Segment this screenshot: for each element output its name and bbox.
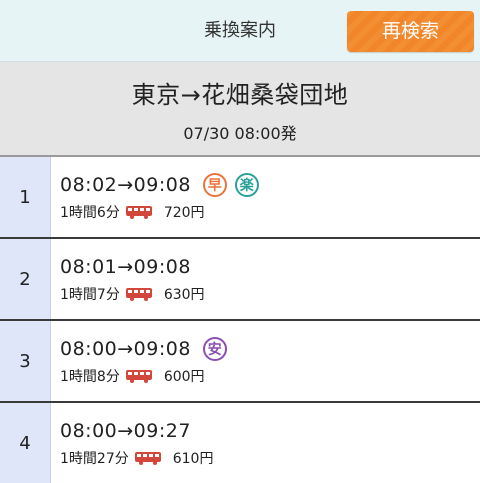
result-row-4[interactable]: 4 08:00→09:27 1時間27分 610円	[0, 403, 480, 483]
result-list: 1 08:02→09:08 早 楽 1時間6分 720円 2 08:01→09:…	[0, 157, 480, 483]
result-duration: 1時間6分	[60, 205, 120, 221]
result-fare: 600円	[163, 369, 205, 385]
bus-icon	[125, 287, 152, 301]
result-fare: 720円	[163, 205, 205, 221]
result-row-1[interactable]: 1 08:02→09:08 早 楽 1時間6分 720円	[0, 157, 480, 239]
result-info-line: 1時間27分 610円	[60, 448, 480, 468]
result-row-2[interactable]: 2 08:01→09:08 1時間7分 630円	[0, 239, 480, 321]
result-time-line: 08:00→09:27	[60, 418, 480, 444]
result-fare: 610円	[172, 451, 214, 467]
result-index: 3	[0, 321, 51, 401]
route-summary: 東京→花畑桑袋団地 07/30 08:00発	[0, 62, 480, 157]
result-body: 08:00→09:27 1時間27分 610円	[51, 403, 480, 483]
bus-icon	[125, 205, 152, 219]
result-time-line: 08:01→09:08	[60, 254, 480, 280]
result-index: 4	[0, 403, 51, 483]
app-header: 乗換案内 再検索	[0, 0, 480, 62]
result-info-line: 1時間6分 720円	[60, 202, 480, 222]
result-time: 08:01→09:08	[60, 256, 191, 278]
result-duration: 1時間27分	[60, 451, 129, 467]
easiest-badge: 楽	[234, 173, 259, 197]
result-time-line: 08:00→09:08 安	[60, 336, 480, 362]
result-info-line: 1時間8分 600円	[60, 366, 480, 386]
result-duration: 1時間7分	[60, 287, 120, 303]
fastest-badge: 早	[202, 173, 227, 197]
result-time: 08:00→09:08	[60, 338, 191, 360]
result-time: 08:00→09:27	[60, 420, 191, 442]
route-name: 東京→花畑桑袋団地	[131, 81, 349, 109]
bus-icon	[125, 369, 152, 383]
result-index: 1	[0, 157, 51, 237]
result-duration: 1時間8分	[60, 369, 120, 385]
departure-datetime: 07/30 08:00発	[183, 124, 297, 143]
result-fare: 630円	[163, 287, 205, 303]
cheapest-badge: 安	[202, 337, 227, 361]
bus-icon	[134, 451, 161, 465]
result-row-3[interactable]: 3 08:00→09:08 安 1時間8分 600円	[0, 321, 480, 403]
result-info-line: 1時間7分 630円	[60, 284, 480, 304]
result-time: 08:02→09:08	[60, 174, 191, 196]
result-index: 2	[0, 239, 51, 319]
result-body: 08:01→09:08 1時間7分 630円	[51, 239, 480, 319]
result-body: 08:00→09:08 安 1時間8分 600円	[51, 321, 480, 401]
result-body: 08:02→09:08 早 楽 1時間6分 720円	[51, 157, 480, 237]
result-time-line: 08:02→09:08 早 楽	[60, 172, 480, 198]
research-button[interactable]: 再検索	[347, 11, 474, 52]
